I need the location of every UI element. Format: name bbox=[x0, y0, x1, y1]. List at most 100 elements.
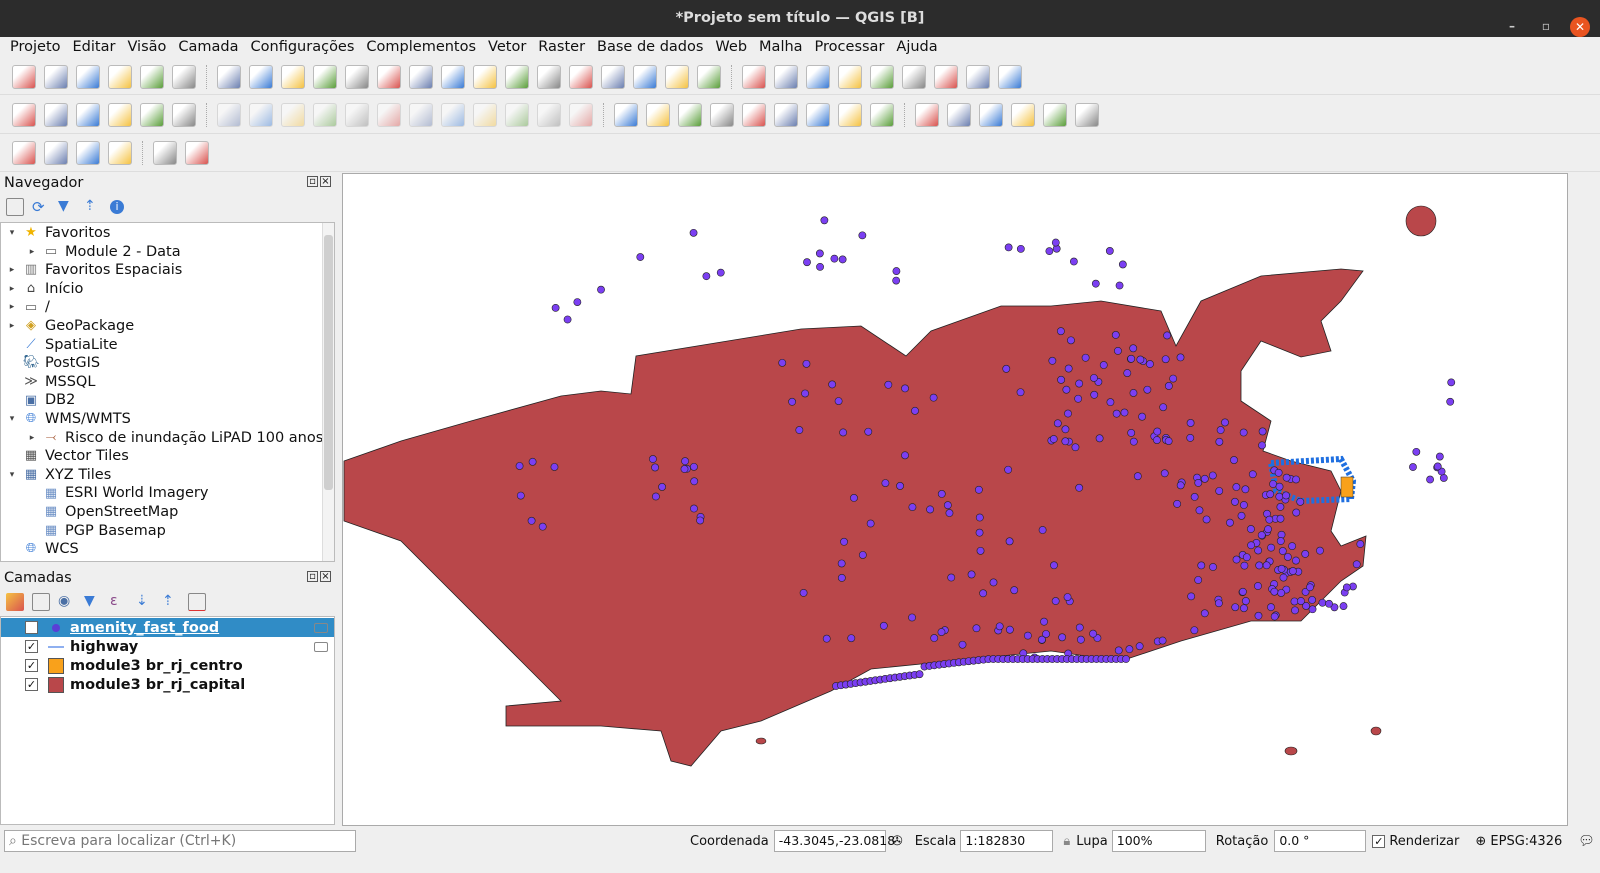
layer-name[interactable]: module3 br_rj_capital bbox=[70, 677, 245, 693]
layer-visibility-checkbox[interactable]: ✓ bbox=[25, 678, 38, 691]
browser-item[interactable]: ⟋ SpatiaLite bbox=[1, 336, 334, 355]
open-project-icon[interactable] bbox=[44, 64, 68, 89]
browser-item[interactable]: ▸ ◈ GeoPackage bbox=[1, 317, 334, 336]
info-icon[interactable]: i bbox=[110, 200, 124, 214]
modify-attributes-icon[interactable] bbox=[377, 102, 401, 127]
layer-item[interactable]: ✓ module3 br_rj_centro bbox=[1, 656, 334, 675]
browser-item[interactable]: ▾ ★ Favoritos bbox=[1, 224, 334, 243]
statistics-icon[interactable] bbox=[870, 64, 894, 89]
layer-tree[interactable]: ✓ amenity_fast_food ✓ highway ✓ module3 br_rj… bbox=[0, 616, 335, 825]
lock-scale-icon[interactable]: 🔒︎ bbox=[1063, 834, 1070, 849]
show-bookmarks-icon[interactable] bbox=[633, 64, 657, 89]
refresh-icon[interactable] bbox=[697, 64, 721, 89]
layer-visibility-checkbox[interactable]: ✓ bbox=[25, 659, 38, 672]
rotation-spinbox[interactable]: 0.0 ° bbox=[1274, 830, 1367, 852]
new-map-view-icon[interactable] bbox=[537, 64, 561, 89]
filter-expression-icon[interactable]: ε bbox=[110, 593, 128, 611]
diagram-icon[interactable] bbox=[646, 102, 670, 127]
float-icon[interactable]: ▫ bbox=[307, 176, 318, 187]
memory-layer-indicator-icon[interactable] bbox=[314, 622, 328, 633]
paste-icon[interactable] bbox=[505, 102, 529, 127]
style-panel-icon[interactable] bbox=[6, 593, 24, 611]
identify-icon[interactable] bbox=[742, 64, 766, 89]
add-feature-icon[interactable] bbox=[313, 102, 337, 127]
redo-icon[interactable] bbox=[569, 102, 593, 127]
text-annotation-icon[interactable] bbox=[998, 64, 1022, 89]
zoom-tools-icon[interactable] bbox=[966, 64, 990, 89]
georeferencer-icon[interactable] bbox=[185, 140, 209, 165]
close-panel-icon[interactable]: × bbox=[320, 176, 331, 187]
wms-icon[interactable] bbox=[947, 102, 971, 127]
browser-item[interactable]: ▸ ▭ Module 2 - Data bbox=[1, 243, 334, 262]
browser-item[interactable]: ▸ ⌂ Início bbox=[1, 280, 334, 299]
browser-tree[interactable]: ▾ ★ Favoritos ▸ ▭ Module 2 - Data ▸ ▥ Favoritos … bbox=[0, 222, 335, 562]
menu-projeto[interactable]: Projeto bbox=[4, 37, 67, 59]
save-edits-icon[interactable] bbox=[281, 102, 305, 127]
expand-arrow-icon[interactable]: ▾ bbox=[5, 410, 19, 429]
new-shapefile-icon[interactable] bbox=[172, 102, 196, 127]
menu-configurações[interactable]: Configurações bbox=[245, 37, 361, 59]
layer-visibility-checkbox[interactable]: ✓ bbox=[25, 621, 38, 634]
menu-raster[interactable]: Raster bbox=[532, 37, 591, 59]
collapse-all-icon[interactable]: ⇡ bbox=[162, 593, 180, 611]
menu-processar[interactable]: Processar bbox=[809, 37, 891, 59]
browser-item[interactable]: ▦ ESRI World Imagery bbox=[1, 484, 334, 503]
mouse-coord-toggle-icon[interactable]: ✇ bbox=[892, 834, 903, 849]
zoom-next-icon[interactable] bbox=[505, 64, 529, 89]
browser-item[interactable]: ▦ OpenStreetMap bbox=[1, 503, 334, 522]
scale-combobox[interactable]: 1:182830 bbox=[960, 830, 1054, 852]
zoom-last-icon[interactable] bbox=[473, 64, 497, 89]
add-spatialite-icon[interactable] bbox=[108, 102, 132, 127]
expand-arrow-icon[interactable]: ▾ bbox=[5, 224, 19, 243]
copy-icon[interactable] bbox=[473, 102, 497, 127]
add-vector-layer-icon[interactable] bbox=[12, 102, 36, 127]
zoom-full-icon[interactable] bbox=[345, 64, 369, 89]
scrollbar[interactable] bbox=[322, 223, 334, 561]
menu-editar[interactable]: Editar bbox=[67, 37, 122, 59]
magnifier-spinbox[interactable]: 100% bbox=[1111, 830, 1206, 852]
toggle-editing-icon[interactable] bbox=[249, 102, 273, 127]
pan-to-selection-icon[interactable] bbox=[249, 64, 273, 89]
zoom-to-selection-icon[interactable] bbox=[377, 64, 401, 89]
label-highlight-icon[interactable] bbox=[710, 102, 734, 127]
zoom-out-icon[interactable] bbox=[313, 64, 337, 89]
temporal-controller-icon[interactable] bbox=[665, 64, 689, 89]
globe-icon[interactable] bbox=[1043, 102, 1067, 127]
new-3d-view-icon[interactable] bbox=[569, 64, 593, 89]
vertex-tool-icon[interactable] bbox=[345, 102, 369, 127]
menu-visão[interactable]: Visão bbox=[121, 37, 172, 59]
select-features-icon[interactable] bbox=[12, 140, 36, 165]
remove-layer-icon[interactable] bbox=[188, 593, 206, 611]
attribute-table-icon[interactable] bbox=[774, 64, 798, 89]
menu-web[interactable]: Web bbox=[709, 37, 753, 59]
change-label-icon[interactable] bbox=[870, 102, 894, 127]
new-project-icon[interactable] bbox=[12, 64, 36, 89]
expand-arrow-icon[interactable]: ▸ bbox=[25, 243, 39, 262]
menu-complementos[interactable]: Complementos bbox=[360, 37, 482, 59]
help-icon[interactable] bbox=[1075, 102, 1099, 127]
browser-item[interactable]: ▦ Vector Tiles bbox=[1, 447, 334, 466]
zoom-native-icon[interactable] bbox=[441, 64, 465, 89]
add-selected-icon[interactable] bbox=[6, 198, 24, 216]
style-manager-icon[interactable] bbox=[172, 64, 196, 89]
rotate-label-icon[interactable] bbox=[838, 102, 862, 127]
layer-name[interactable]: amenity_fast_food bbox=[70, 620, 219, 636]
expand-arrow-icon[interactable]: ▾ bbox=[5, 466, 19, 485]
browser-item[interactable]: 🌐︎ WCS bbox=[1, 540, 334, 559]
expand-all-icon[interactable]: ⇣ bbox=[136, 593, 154, 611]
layer-item[interactable]: ✓ module3 br_rj_capital bbox=[1, 675, 334, 694]
layer-name[interactable]: module3 br_rj_centro bbox=[70, 658, 243, 674]
close-panel-icon[interactable]: × bbox=[320, 571, 331, 582]
close-button[interactable]: ✕ bbox=[1570, 16, 1590, 37]
undo-icon[interactable] bbox=[537, 102, 561, 127]
show-hide-labels-icon[interactable] bbox=[774, 102, 798, 127]
menu-malha[interactable]: Malha bbox=[753, 37, 809, 59]
measure-icon[interactable] bbox=[902, 64, 926, 89]
expand-arrow-icon[interactable]: ▸ bbox=[5, 261, 19, 280]
select-by-location-icon[interactable] bbox=[108, 140, 132, 165]
collapse-all-icon[interactable]: ⇡ bbox=[84, 198, 102, 216]
pan-icon[interactable] bbox=[217, 64, 241, 89]
add-geopackage-icon[interactable] bbox=[44, 102, 68, 127]
menu-camada[interactable]: Camada bbox=[172, 37, 244, 59]
pin-labels-icon[interactable] bbox=[742, 102, 766, 127]
